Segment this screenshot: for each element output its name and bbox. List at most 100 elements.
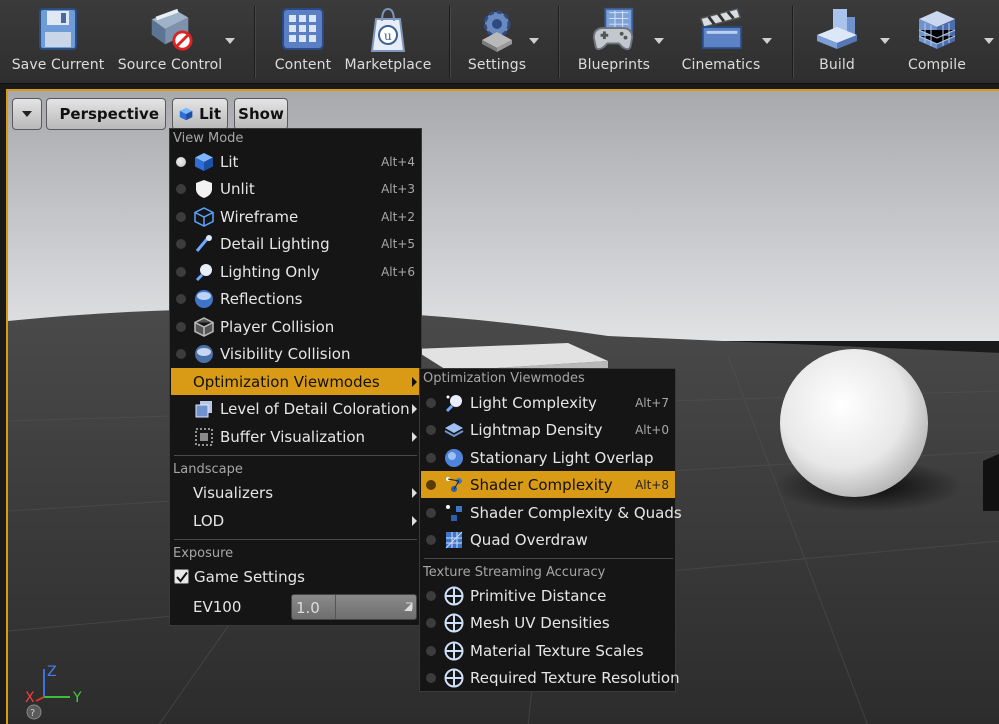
optimization-header: Optimization Viewmodes [423,371,585,386]
optimization-item-shader-complexity[interactable]: Shader Complexity Alt+8 [421,471,675,498]
submenu-lod[interactable]: LOD [171,507,421,534]
shader-complexity-icon [443,474,465,496]
texture-item-mesh-uv-densities[interactable]: Mesh UV Densities [421,609,675,636]
radio-icon [176,212,186,222]
reflections-sphere-icon [193,288,215,310]
settings-dropdown-arrow[interactable] [527,36,541,46]
viewmode-item-visibility-collision[interactable]: Visibility Collision [171,340,421,367]
build-dropdown-arrow[interactable] [878,36,892,46]
radio-icon [426,646,436,656]
game-settings-checkbox[interactable] [174,569,189,584]
optimization-item-lightmap-density[interactable]: Lightmap Density Alt+0 [421,416,675,443]
viewmode-item-wireframe[interactable]: Wireframe Alt+2 [171,203,421,230]
view-mode-button[interactable]: Lit [172,98,228,130]
show-button[interactable]: Show [234,98,288,130]
submenu-visualizers[interactable]: Visualizers [171,479,421,506]
optimization-item-light-complexity[interactable]: Light Complexity Alt+7 [421,389,675,416]
submenu-arrow-icon [412,377,417,387]
cinematics-button[interactable]: Cinematics [678,4,764,80]
viewmode-item-lighting-only[interactable]: Lighting Only Alt+6 [171,258,421,285]
cinematics-dropdown-arrow[interactable] [760,36,774,46]
lit-cube-icon [193,151,215,173]
stationary-light-overlap-icon [443,447,465,469]
source-control-dropdown-arrow[interactable] [223,36,237,46]
view-mode-header: View Mode [173,131,244,146]
radio-icon [426,618,436,628]
crosshair-icon [443,612,465,634]
gear-icon [473,4,521,54]
radio-icon [426,480,436,490]
checkmark-icon [175,571,188,583]
viewmode-item-reflections[interactable]: Reflections [171,285,421,312]
axis-gizmo: Z X Y ? [25,664,82,720]
build-button[interactable]: Build [809,4,865,80]
radio-icon [176,294,186,304]
toolbar-separator [254,6,256,78]
viewmode-item-player-collision[interactable]: Player Collision [171,313,421,340]
ev100-row: EV100 1.0 [171,592,421,622]
radio-icon [426,591,436,601]
content-button[interactable]: Content [272,4,334,80]
optimization-item-quad-overdraw[interactable]: Quad Overdraw [421,526,675,553]
viewmode-item-detail-lighting[interactable]: Detail Lighting Alt+5 [171,230,421,257]
radio-icon [426,453,436,463]
landscape-header: Landscape [173,462,243,477]
toolbar-separator [792,6,794,78]
settings-button[interactable]: Settings [466,4,528,80]
texture-item-required-texture-resolution[interactable]: Required Texture Resolution [421,664,680,691]
optimization-viewmodes-menu: Optimization Viewmodes Light Complexity … [419,368,682,692]
texture-streaming-header: Texture Streaming Accuracy [423,565,606,580]
chevron-down-icon [22,111,32,117]
radio-icon [426,535,436,545]
axis-y-label: Y [72,690,82,706]
game-settings-checkbox-row[interactable]: Game Settings [171,563,421,590]
ev100-spinbox[interactable]: 1.0 [291,594,417,620]
radio-selected-icon [176,157,186,167]
submenu-level-of-detail-coloration[interactable]: Level of Detail Coloration [171,395,421,422]
build-blocks-icon [813,4,861,54]
quad-overdraw-icon [443,529,465,551]
compile-button[interactable]: Compile [902,4,972,80]
source-control-icon [146,4,194,54]
floppy-disk-icon [34,4,82,54]
lit-cube-icon [179,107,193,121]
viewport-options-button[interactable] [12,98,42,130]
compile-dropdown-arrow[interactable] [982,36,996,46]
optimization-item-stationary-light-overlap[interactable]: Stationary Light Overlap [421,444,675,471]
radio-icon [426,508,436,518]
marketplace-button[interactable]: u Marketplace [344,4,432,80]
submenu-buffer-visualization[interactable]: Buffer Visualization [171,423,421,450]
texture-item-material-texture-scales[interactable]: Material Texture Scales [421,637,675,664]
submenu-arrow-icon [412,432,417,442]
visibility-collision-icon [193,343,215,365]
marketplace-bag-icon: u [364,4,412,54]
axis-z-label: Z [47,664,57,680]
blueprints-button[interactable]: Blueprints [576,4,652,80]
content-grid-icon [279,4,327,54]
light-complexity-icon [443,392,465,414]
buffer-visualization-icon [193,426,215,448]
submenu-arrow-icon [412,404,417,414]
submenu-optimization-viewmodes[interactable]: Optimization Viewmodes [171,368,421,395]
optimization-item-shader-complexity-quads[interactable]: Shader Complexity & Quads [421,499,682,526]
perspective-button[interactable]: Perspective [46,98,166,130]
viewmode-item-unlit[interactable]: Unlit Alt+3 [171,175,421,202]
texture-item-primitive-distance[interactable]: Primitive Distance [421,582,675,609]
toolbar-separator [449,6,451,78]
toolbar-separator [558,6,560,78]
crosshair-icon [443,585,465,607]
menu-separator [174,455,417,456]
blueprints-dropdown-arrow[interactable] [652,36,666,46]
source-control-button[interactable]: Source Control [116,4,224,80]
main-toolbar: Save Current Source Control Content u Ma… [0,0,999,84]
player-collision-icon [193,316,215,338]
resize-grip-icon [404,602,413,611]
radio-icon [426,398,436,408]
svg-text:?: ? [30,708,35,719]
axis-x-label: X [25,690,35,706]
radio-icon [426,673,436,683]
radio-icon [176,267,186,277]
viewmode-item-lit[interactable]: Lit Alt+4 [171,148,421,175]
save-current-button[interactable]: Save Current [10,4,106,80]
unlit-shield-icon [193,178,215,200]
